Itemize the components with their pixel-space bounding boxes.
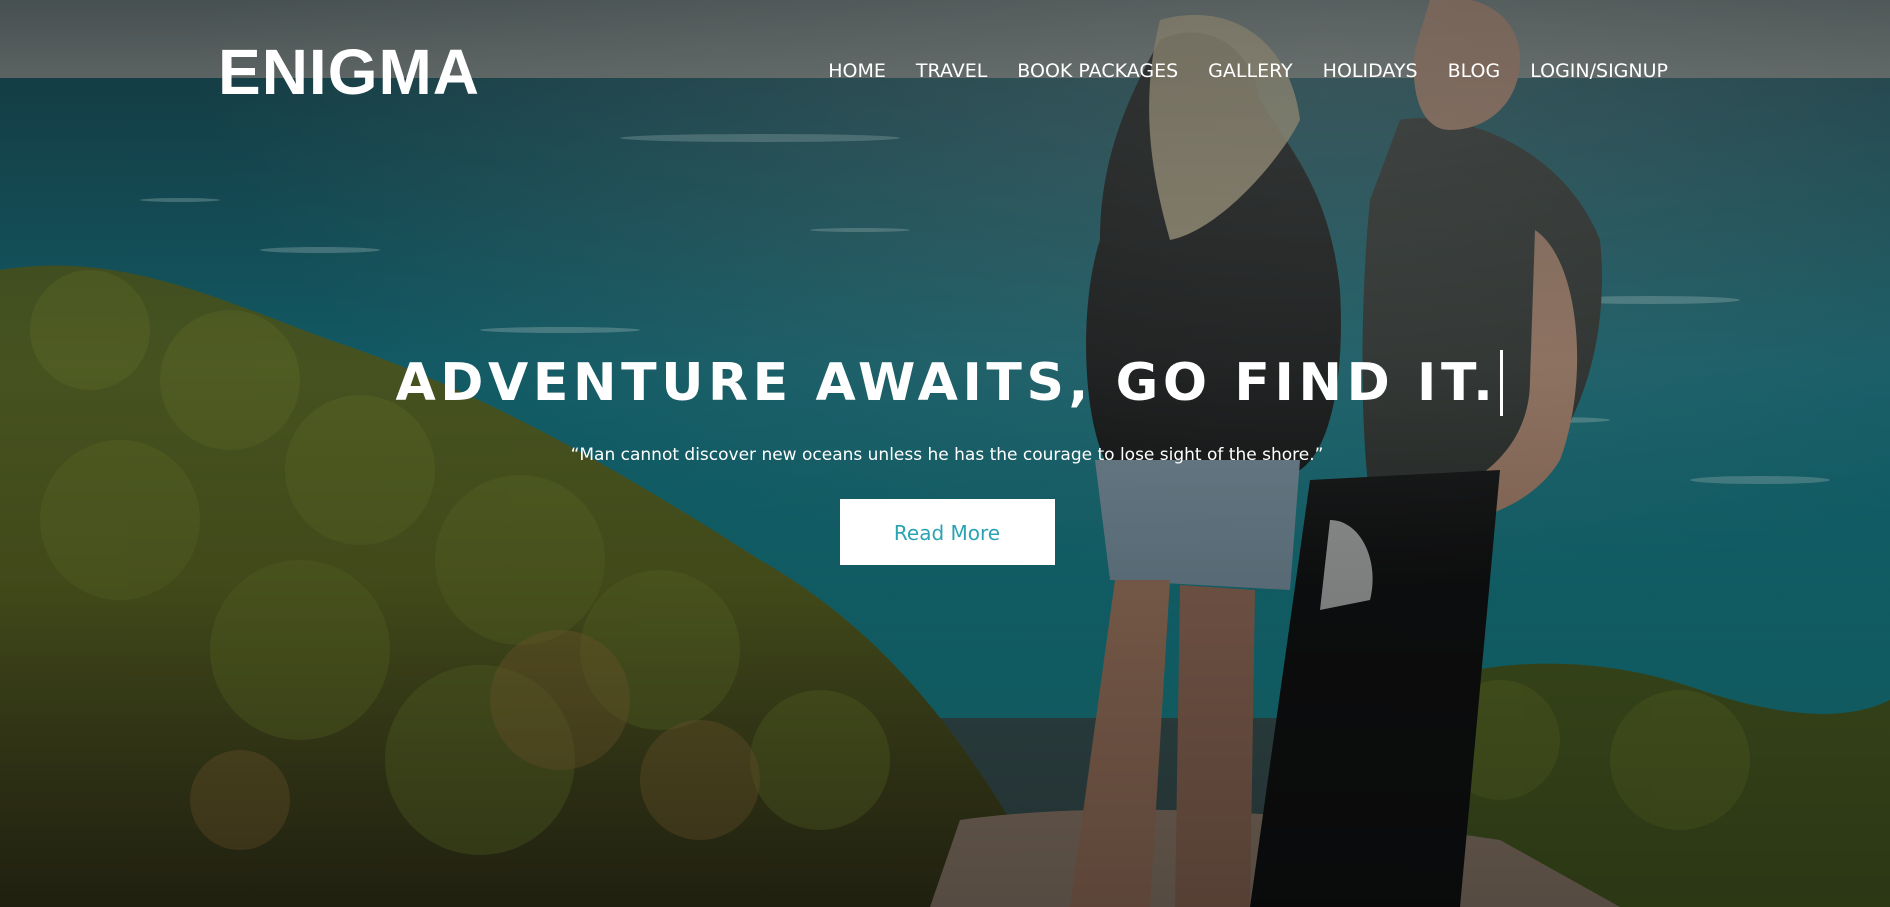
nav-item-home[interactable]: HOME: [828, 60, 886, 82]
headline-wrapper: ADVENTURE AWAITS, GO FIND IT.: [395, 350, 1503, 416]
hero-quote: “Man cannot discover new oceans unless h…: [570, 445, 1324, 465]
read-more-button[interactable]: Read More: [839, 499, 1055, 565]
nav-item-gallery[interactable]: GALLERY: [1208, 60, 1293, 82]
navbar: ENIGMA HOME TRAVEL BOOK PACKAGES GALLERY…: [0, 0, 1890, 144]
hero-headline: ADVENTURE AWAITS, GO FIND IT.: [395, 353, 1498, 413]
nav-item-blog[interactable]: BLOG: [1448, 60, 1501, 82]
typing-cursor: [1499, 350, 1503, 416]
nav-item-login-signup[interactable]: LOGIN/SIGNUP: [1530, 60, 1668, 82]
site-logo[interactable]: ENIGMA: [218, 36, 480, 108]
nav-item-book-packages[interactable]: BOOK PACKAGES: [1017, 60, 1178, 82]
hero-content: ADVENTURE AWAITS, GO FIND IT. “Man canno…: [0, 350, 1890, 565]
nav-item-holidays[interactable]: HOLIDAYS: [1323, 60, 1418, 82]
nav-item-travel[interactable]: TRAVEL: [916, 60, 987, 82]
hero-section: ENIGMA HOME TRAVEL BOOK PACKAGES GALLERY…: [0, 0, 1890, 907]
nav-menu: HOME TRAVEL BOOK PACKAGES GALLERY HOLIDA…: [828, 58, 1668, 84]
